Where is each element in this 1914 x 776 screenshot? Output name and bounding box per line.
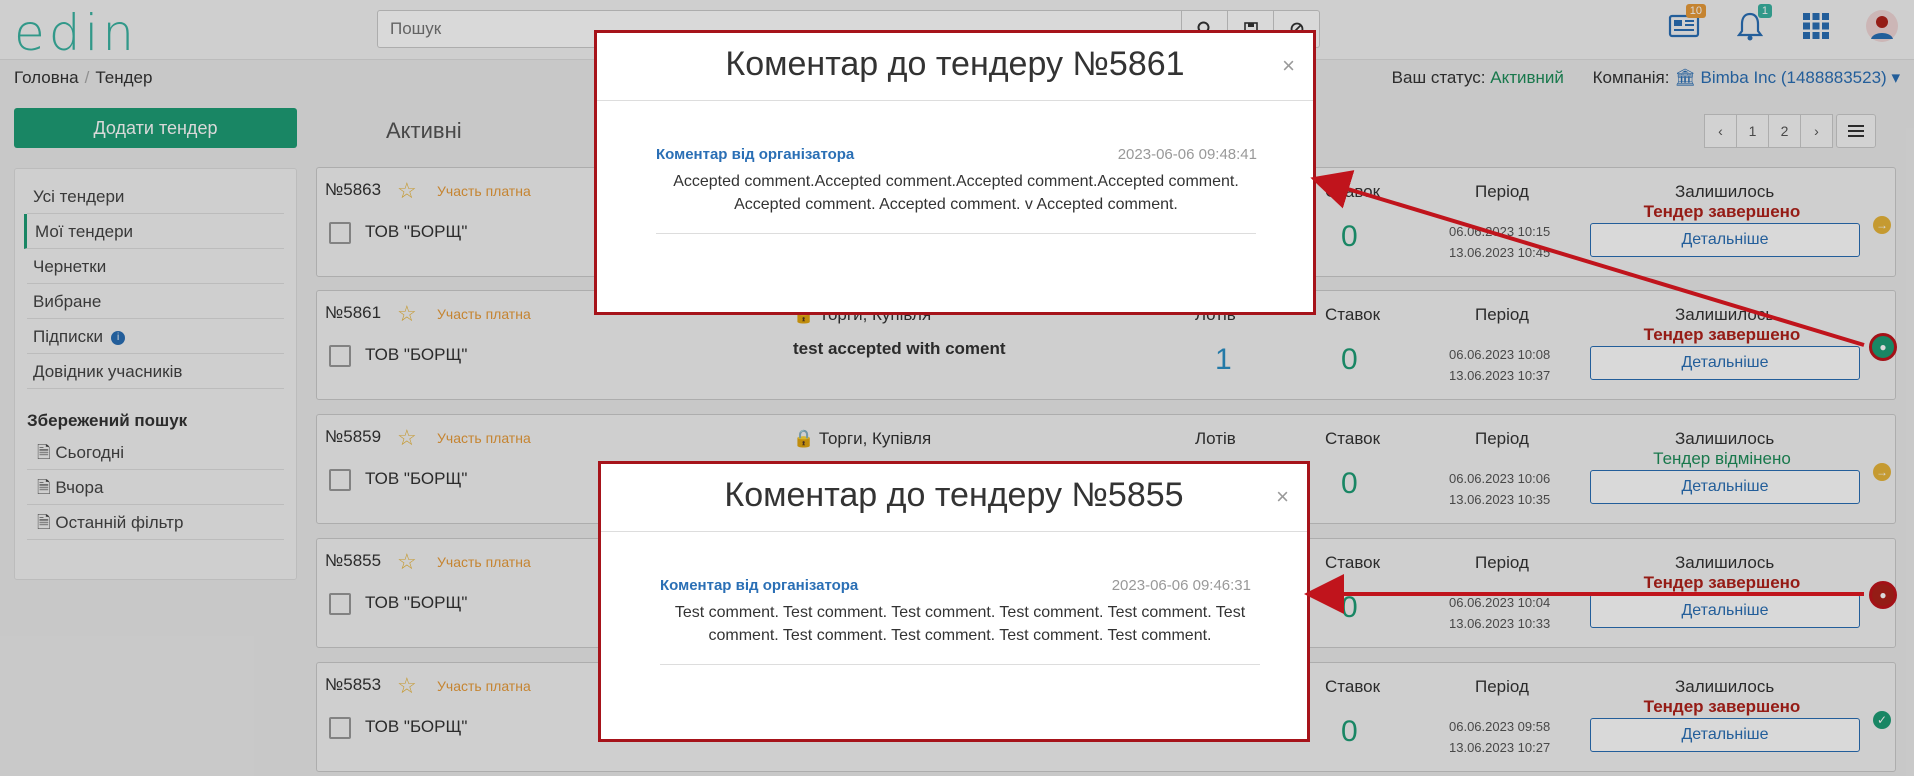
comment-modal-5855: Коментар до тендеру №5855 × Коментар від…	[598, 461, 1310, 742]
comment-author: Коментар від організатора	[660, 577, 859, 594]
modal-divider	[601, 531, 1307, 532]
comment-divider	[656, 233, 1256, 234]
close-icon[interactable]: ×	[1276, 484, 1289, 510]
modal-divider	[597, 100, 1313, 101]
modal-title: Коментар до тендеру №5861	[725, 45, 1185, 83]
comment-divider	[660, 664, 1260, 665]
comment-modal-5861: Коментар до тендеру №5861 × Коментар від…	[594, 30, 1316, 315]
comment-date: 2023-06-06 09:46:31	[1111, 577, 1251, 594]
comment-text: Test comment. Test comment. Test comment…	[674, 604, 1246, 644]
comment-date: 2023-06-06 09:48:41	[1117, 146, 1257, 163]
modal-title: Коментар до тендеру №5855	[724, 476, 1184, 514]
comment-author: Коментар від організатора	[656, 146, 855, 163]
comment-text: Accepted comment.Accepted comment.Accept…	[673, 173, 1239, 213]
close-icon[interactable]: ×	[1282, 53, 1295, 79]
